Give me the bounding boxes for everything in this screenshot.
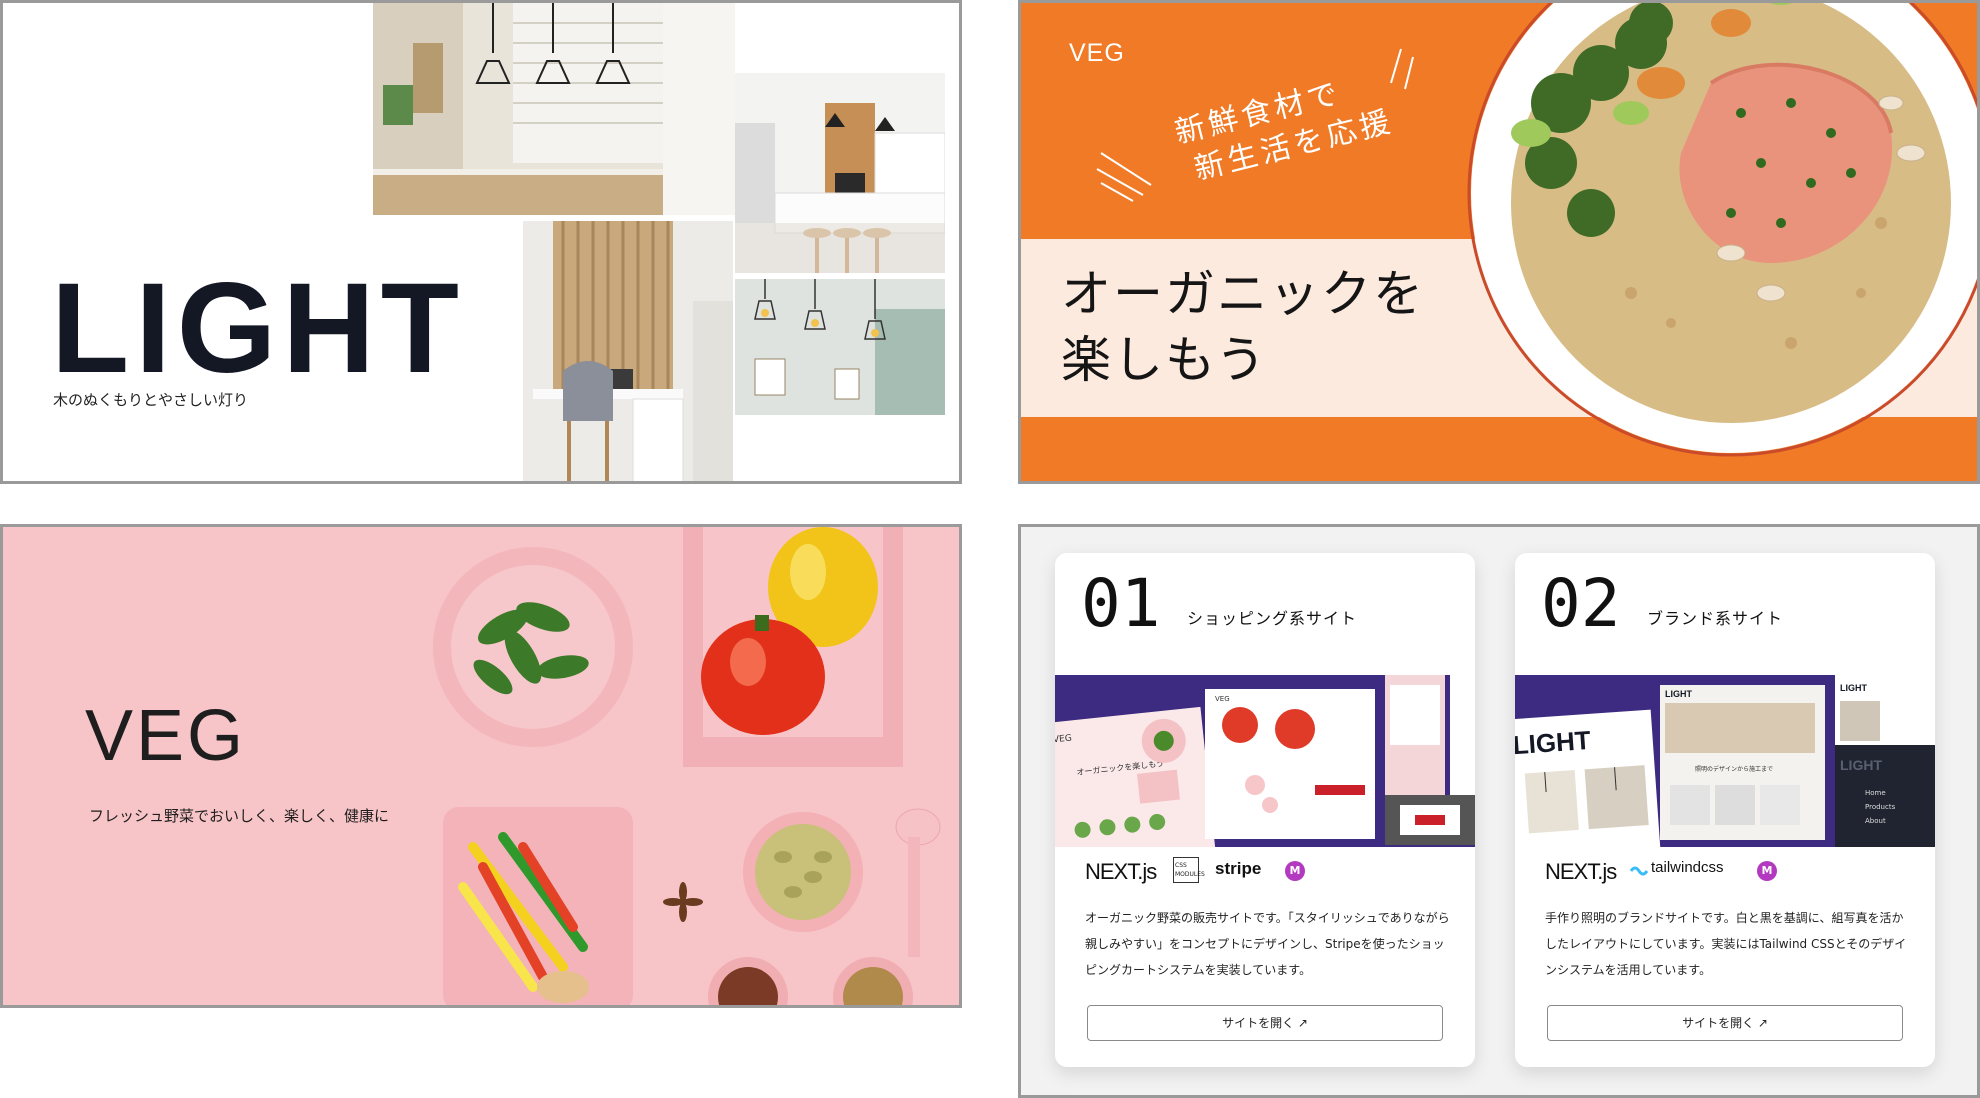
preview-light-small: LIGHT [1665,689,1692,699]
desk-photo [523,221,733,481]
tailwind-wave-icon [1629,863,1649,877]
portfolio-card-brand: 02 ブランド系サイト LIGHT LIGHT 照明のデザインから施工まで LI… [1515,553,1935,1067]
kitchen-pendant-photo [373,3,735,215]
portfolio-cards: 01 ショッピング系サイト VEG オーガニックを楽しもう VEG NEXT.j… [1018,524,1980,1098]
m-logo-icon: M [1285,861,1305,881]
preview-menu-about: About [1865,817,1886,825]
light-site-preview: LIGHT 木のぬくもりとやさしい灯り [0,0,962,484]
tailwindcss-logo: tailwindcss [1651,859,1724,876]
nextjs-logo: NEXT.js [1085,859,1157,884]
card-number: 02 [1541,565,1621,642]
card-number: 01 [1081,565,1161,642]
open-site-button[interactable]: サイトを開く ↗ [1087,1005,1443,1041]
light-title: LIGHT [51,257,465,400]
preview-menu-home: Home [1865,789,1886,797]
tech-logos: NEXT.js tailwindcss M [1545,855,1925,889]
preview-light-heading: 照明のデザインから施工まで [1695,765,1773,773]
preview-light-dark: LIGHT [1840,757,1882,773]
heading-line-2: 楽しもう [1061,331,1268,389]
card-description: 手作り照明のブランドサイトです。白と黒を基調に、組写真を活かしたレイアウトにして… [1545,911,1907,977]
organic-heading: オーガニックを 楽しもう [1061,261,1425,393]
m-logo-icon: M [1757,861,1777,881]
brand-site-screenshot: LIGHT LIGHT 照明のデザインから施工まで LIGHT LIGHT Ho… [1515,675,1935,847]
css-modules-logo: CSS MODULES [1173,857,1205,883]
tech-logos: NEXT.js CSS MODULES stripe M [1085,855,1465,889]
preview-light-title: LIGHT [1515,725,1592,760]
modern-kitchen-photo [735,73,945,273]
veg-subtitle-pink: フレッシュ野菜でおいしく、楽しく、健康に [89,807,390,825]
portfolio-card-shopping: 01 ショッピング系サイト VEG オーガニックを楽しもう VEG NEXT.j… [1055,553,1475,1067]
heading-line-1: オーガニックを [1061,265,1425,323]
stripe-logo: stripe [1215,859,1262,878]
card-title: ブランド系サイト [1647,609,1784,628]
veg-organic-banner: VEG 新鮮食材で 新生活を応援 オーガニックを 楽しもう [1018,0,1980,484]
preview-veg-brand: VEG [1055,733,1072,745]
preview-veg-brand-2: VEG [1215,695,1230,703]
dining-lights-photo [735,279,945,415]
preview-light-corner: LIGHT [1840,683,1867,693]
card-title: ショッピング系サイト [1187,609,1358,628]
preview-menu-products: Products [1865,803,1896,811]
veg-fresh-banner: VEG フレッシュ野菜でおいしく、楽しく、健康に [0,524,962,1008]
veg-brand: VEG [1069,39,1125,67]
salmon-plate-photo [1467,3,1977,457]
nextjs-logo: NEXT.js [1545,859,1617,884]
shopping-site-screenshot: VEG オーガニックを楽しもう VEG [1055,675,1475,847]
light-subtitle: 木のぬくもりとやさしい灯り [53,391,249,409]
veg-brand-pink: VEG [85,696,247,776]
card-description: オーガニック野菜の販売サイトです。「スタイリッシュでありながら親しみやすい」をコ… [1085,911,1450,977]
open-site-button[interactable]: サイトを開く ↗ [1547,1005,1903,1041]
